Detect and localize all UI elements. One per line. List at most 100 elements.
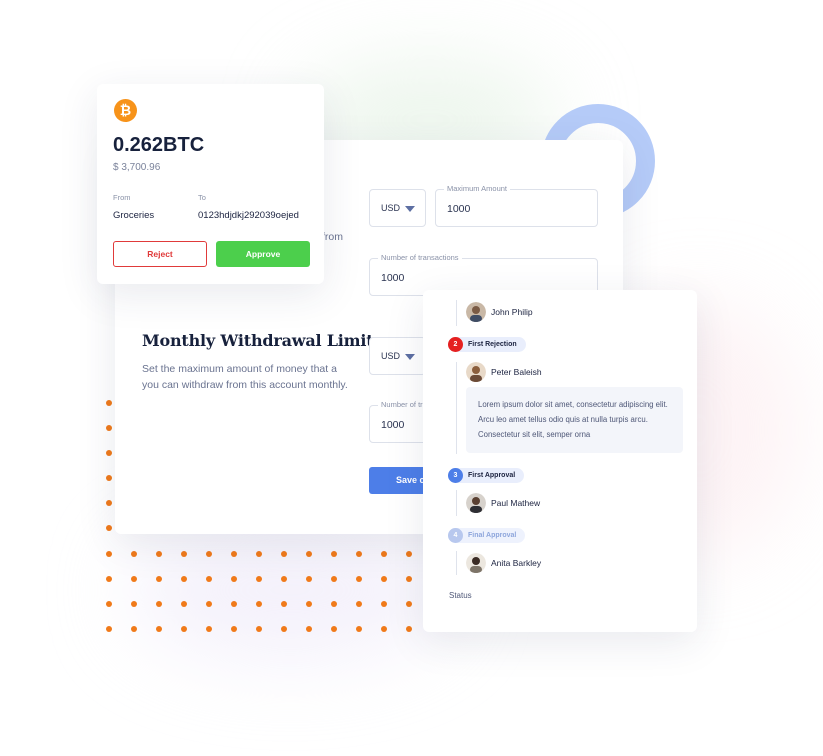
decorative-dot <box>181 551 187 557</box>
timeline-line <box>456 362 457 454</box>
max-amount-value: 1000 <box>447 203 471 215</box>
decorative-dot <box>106 601 112 607</box>
step-badge: 4 Final Approval <box>448 528 526 543</box>
decorative-dot <box>331 601 337 607</box>
currency-select[interactable]: USD <box>369 189 426 227</box>
reject-button[interactable]: Reject <box>113 241 207 267</box>
timeline-line <box>456 300 457 326</box>
approval-timeline-card: John Philip 2 First Rejection Peter Bale… <box>423 290 697 632</box>
from-label: From <box>113 193 131 202</box>
avatar <box>466 362 486 382</box>
status-label: Status <box>449 591 472 600</box>
decorative-dot <box>106 551 112 557</box>
step-label: First Rejection <box>468 341 517 348</box>
decorative-dot <box>106 475 112 481</box>
decorative-dot <box>181 576 187 582</box>
decorative-dot <box>106 576 112 582</box>
decorative-dot <box>256 601 262 607</box>
decorative-dot <box>256 576 262 582</box>
decorative-dot <box>256 626 262 632</box>
step-label: First Approval <box>468 472 516 479</box>
decorative-dot <box>231 601 237 607</box>
currency-select[interactable]: USD <box>369 337 426 375</box>
decorative-dot <box>356 576 362 582</box>
decorative-dot <box>331 576 337 582</box>
decorative-dot <box>356 601 362 607</box>
decorative-dot <box>106 450 112 456</box>
decorative-dot <box>156 626 162 632</box>
decorative-dot <box>231 576 237 582</box>
decorative-dot <box>356 551 362 557</box>
approve-button[interactable]: Approve <box>216 241 310 267</box>
step-number: 3 <box>448 468 463 483</box>
transactions-value: 1000 <box>381 419 405 431</box>
step-badge: 2 First Rejection <box>448 337 526 352</box>
max-amount-field[interactable]: Maximum Amount 1000 <box>435 184 598 227</box>
timeline-line <box>456 490 457 516</box>
decorative-dot <box>306 576 312 582</box>
decorative-dot <box>281 601 287 607</box>
transactions-value: 1000 <box>381 272 405 284</box>
decorative-dot <box>206 576 212 582</box>
approver-name: Anita Barkley <box>491 558 542 568</box>
step-number: 2 <box>448 337 463 352</box>
decorative-dot <box>206 626 212 632</box>
approver-name: Paul Mathew <box>491 498 541 508</box>
decorative-dot <box>281 626 287 632</box>
decorative-dot <box>381 551 387 557</box>
transactions-label: Number of tr <box>378 400 426 409</box>
timeline-line <box>456 551 457 575</box>
approver-name: Peter Baleish <box>491 367 542 377</box>
decorative-dot <box>356 626 362 632</box>
decorative-dot <box>256 551 262 557</box>
decorative-dot <box>281 551 287 557</box>
decorative-dot <box>106 525 112 531</box>
step-number: 4 <box>448 528 463 543</box>
decorative-dot <box>106 500 112 506</box>
chevron-down-icon <box>405 206 415 212</box>
decorative-dot <box>281 576 287 582</box>
approver-name: John Philip <box>491 307 533 317</box>
avatar <box>466 553 486 573</box>
currency-value: USD <box>381 203 401 213</box>
decorative-dot <box>331 551 337 557</box>
decorative-dot <box>306 551 312 557</box>
decorative-dot <box>131 576 137 582</box>
decorative-dot <box>381 626 387 632</box>
decorative-dot <box>156 601 162 607</box>
decorative-dot <box>156 551 162 557</box>
decorative-dot <box>306 626 312 632</box>
to-value: 0123hdjdkj292039oejed <box>198 210 299 221</box>
decorative-dot <box>206 601 212 607</box>
decorative-dot <box>381 576 387 582</box>
page-title: Monthly Withdrawal Limit <box>142 331 374 350</box>
decorative-dot <box>406 551 412 557</box>
step-label: Final Approval <box>468 532 517 539</box>
chevron-down-icon <box>405 354 415 360</box>
decorative-dot <box>406 626 412 632</box>
to-label: To <box>198 193 206 202</box>
decorative-dot <box>406 601 412 607</box>
transactions-label: Number of transactions <box>378 253 462 262</box>
usd-value: $ 3,700.96 <box>113 162 161 173</box>
obscured-text: from <box>322 231 343 243</box>
decorative-dot <box>206 551 212 557</box>
avatar <box>466 302 486 322</box>
page-description: Set the maximum amount of money that a y… <box>142 363 348 391</box>
decorative-dot <box>406 576 412 582</box>
max-amount-label: Maximum Amount <box>444 184 511 193</box>
from-value: Groceries <box>113 210 155 221</box>
step-badge: 3 First Approval <box>448 468 525 483</box>
decorative-dot <box>181 601 187 607</box>
decorative-dot <box>131 626 137 632</box>
decorative-dot <box>231 551 237 557</box>
decorative-dot <box>156 576 162 582</box>
background-glow <box>130 520 450 660</box>
decorative-dot <box>106 425 112 431</box>
decorative-dot <box>381 601 387 607</box>
currency-value: USD <box>381 351 401 361</box>
decorative-dot <box>331 626 337 632</box>
bitcoin-icon: ₿ <box>114 99 137 122</box>
decorative-dot <box>306 601 312 607</box>
decorative-dot <box>181 626 187 632</box>
